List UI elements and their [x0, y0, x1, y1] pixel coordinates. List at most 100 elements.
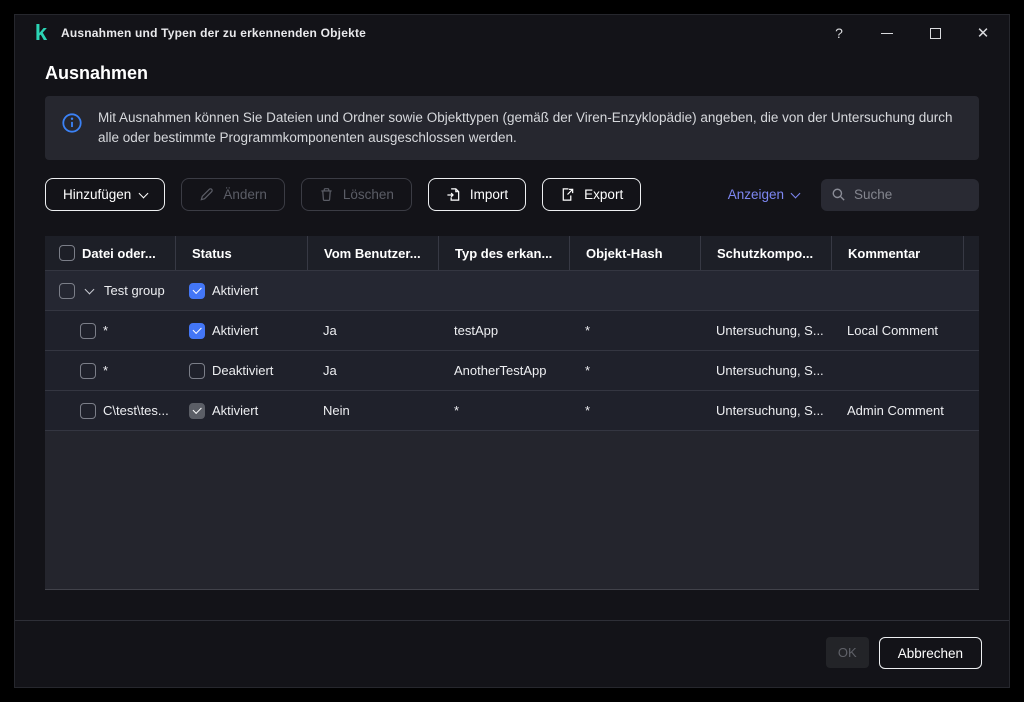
- add-button[interactable]: Hinzufügen: [45, 178, 166, 211]
- table-empty-area: [45, 430, 979, 589]
- window-title: Ausnahmen und Typen der zu erkennenden O…: [61, 26, 367, 40]
- row-user-cell: Nein: [307, 391, 438, 430]
- row-status-label: Aktiviert: [212, 403, 259, 418]
- row-status-cell: Deaktiviert: [175, 351, 307, 390]
- header-status: Status: [175, 236, 307, 270]
- header-components: Schutzkompo...: [700, 236, 831, 270]
- toolbar: Hinzufügen Ändern Löschen Import Export …: [45, 178, 979, 211]
- kaspersky-logo-icon: k: [34, 20, 48, 45]
- group-status-label: Aktiviert: [212, 283, 259, 298]
- row-comment-value: Admin Comment: [847, 403, 944, 418]
- chevron-down-icon: [790, 188, 801, 198]
- row-components-cell: Untersuchung, S...: [700, 351, 831, 390]
- footer: OK Abbrechen: [15, 620, 1009, 687]
- row-user-cell: Ja: [307, 351, 438, 390]
- row-status-label: Aktiviert: [212, 323, 259, 338]
- row-type-cell: testApp: [438, 311, 569, 350]
- header-file: Datei oder...: [45, 236, 175, 270]
- trash-icon: [321, 188, 332, 202]
- row-components-value: Untersuchung, S...: [716, 323, 824, 338]
- row-file-value: *: [103, 363, 109, 378]
- table-group-row[interactable]: Test group Aktiviert: [45, 270, 979, 310]
- header-hash-label: Objekt-Hash: [586, 245, 663, 261]
- table-row[interactable]: C\test\tes... Aktiviert Nein * * Untersu…: [45, 390, 979, 430]
- row-hash-cell: *: [569, 351, 700, 390]
- header-type: Typ des erkan...: [438, 236, 569, 270]
- header-comment-label: Kommentar: [848, 245, 921, 261]
- row-checkbox[interactable]: [80, 402, 96, 419]
- group-status-cell: Aktiviert: [175, 271, 307, 310]
- exclusions-dialog-window: k Ausnahmen und Typen der zu erkennenden…: [14, 14, 1010, 688]
- row-comment-cell: [831, 351, 963, 390]
- group-checkbox[interactable]: [59, 282, 75, 299]
- row-type-value: AnotherTestApp: [454, 363, 547, 378]
- import-button[interactable]: Import: [427, 178, 527, 211]
- group-name: Test group: [104, 283, 165, 298]
- add-button-label: Hinzufügen: [63, 187, 132, 202]
- row-status-label: Deaktiviert: [212, 363, 274, 378]
- row-status-cell: Aktiviert: [175, 391, 307, 430]
- table-row[interactable]: * Aktiviert Ja testApp * Untersuchung, S…: [45, 310, 979, 350]
- header-filler: [963, 236, 980, 270]
- row-type-cell: *: [438, 391, 569, 430]
- help-button[interactable]: ?: [815, 15, 863, 51]
- row-components-cell: Untersuchung, S...: [700, 391, 831, 430]
- maximize-button[interactable]: [911, 15, 959, 51]
- export-button[interactable]: Export: [542, 178, 642, 211]
- chevron-down-icon: [138, 188, 149, 198]
- ok-button: OK: [825, 637, 869, 668]
- header-type-label: Typ des erkan...: [455, 245, 553, 261]
- row-user-value: Ja: [323, 323, 337, 338]
- header-components-label: Schutzkompo...: [717, 245, 814, 261]
- row-user-value: Ja: [323, 363, 337, 378]
- header-status-label: Status: [192, 245, 232, 261]
- group-file-cell: Test group: [45, 271, 175, 310]
- toolbar-right: Anzeigen: [727, 178, 979, 211]
- cancel-button[interactable]: Abbrechen: [878, 637, 982, 669]
- search-box[interactable]: [821, 178, 979, 211]
- show-dropdown[interactable]: Anzeigen: [727, 187, 801, 202]
- row-hash-cell: *: [569, 391, 700, 430]
- info-banner: Mit Ausnahmen können Sie Dateien und Ord…: [45, 96, 979, 160]
- minimize-button[interactable]: [863, 15, 911, 51]
- search-input[interactable]: [854, 187, 969, 202]
- maximize-icon: [929, 27, 941, 39]
- row-file-value: *: [103, 323, 109, 338]
- import-icon: [447, 188, 460, 201]
- row-checkbox[interactable]: [80, 362, 96, 379]
- edit-button-label: Ändern: [223, 187, 267, 202]
- row-comment-value: Local Comment: [847, 323, 939, 338]
- page-title: Ausnahmen: [45, 63, 149, 83]
- row-checkbox[interactable]: [80, 322, 96, 339]
- row-components-value: Untersuchung, S...: [716, 363, 824, 378]
- window-controls: ? ✕: [815, 15, 1007, 51]
- row-type-value: *: [454, 403, 460, 418]
- delete-button-label: Löschen: [342, 187, 394, 202]
- row-hash-value: *: [585, 363, 591, 378]
- delete-button: Löschen: [300, 178, 412, 211]
- close-button[interactable]: ✕: [959, 15, 1007, 51]
- row-status-checkbox[interactable]: [189, 322, 205, 339]
- table-row[interactable]: * Deaktiviert Ja AnotherTestApp * Unters…: [45, 350, 979, 390]
- select-all-checkbox[interactable]: [59, 245, 75, 261]
- row-hash-cell: *: [569, 311, 700, 350]
- collapse-chevron-icon[interactable]: [84, 284, 95, 294]
- header-file-label: Datei oder...: [82, 245, 156, 261]
- row-status-checkbox: [189, 402, 205, 419]
- group-status-checkbox[interactable]: [189, 282, 205, 299]
- show-dropdown-label: Anzeigen: [727, 187, 784, 202]
- search-icon: [832, 188, 845, 201]
- import-button-label: Import: [469, 187, 509, 202]
- row-comment-cell: Local Comment: [831, 311, 963, 350]
- row-hash-value: *: [585, 403, 591, 418]
- row-status-checkbox[interactable]: [189, 362, 205, 379]
- titlebar: k Ausnahmen und Typen der zu erkennenden…: [15, 15, 1009, 51]
- row-file-cell: *: [45, 351, 175, 390]
- row-user-cell: Ja: [307, 311, 438, 350]
- row-user-value: Nein: [323, 403, 350, 418]
- row-file-cell: *: [45, 311, 175, 350]
- row-type-value: testApp: [454, 323, 499, 338]
- export-button-label: Export: [584, 187, 624, 202]
- row-hash-value: *: [585, 323, 591, 338]
